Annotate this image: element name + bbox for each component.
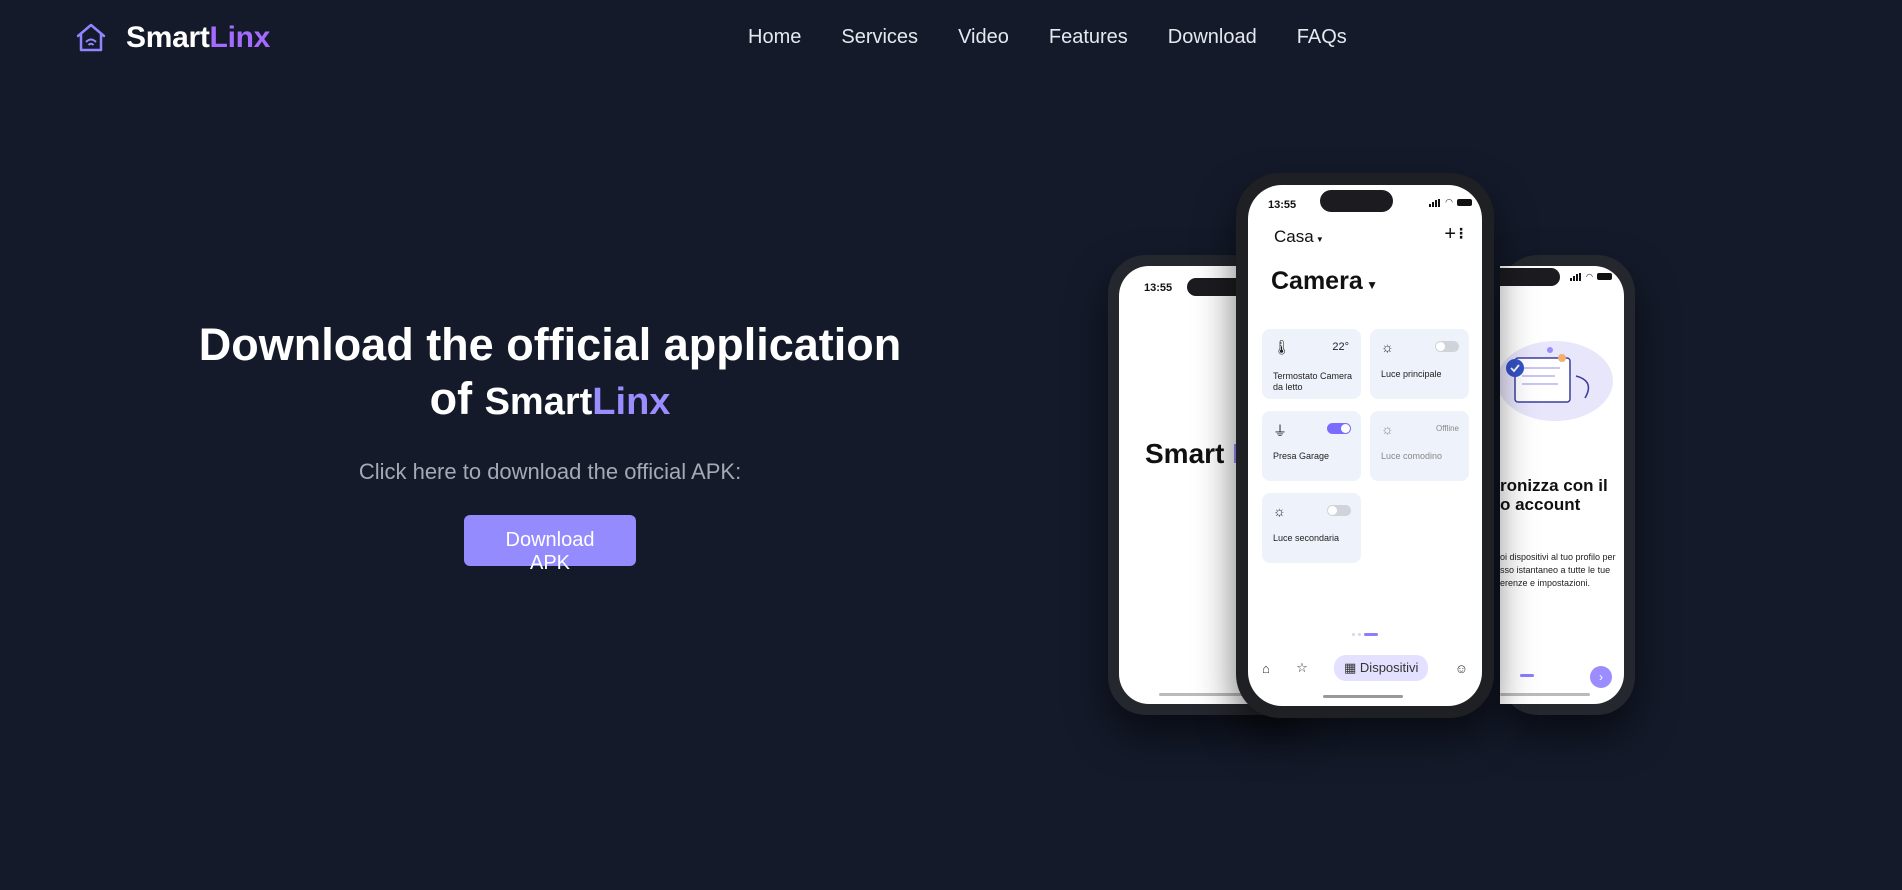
- phone-left-brand-smart: Smart: [1145, 438, 1225, 469]
- hero-section: Download the official application of Sma…: [140, 318, 960, 574]
- device-label: Presa Garage: [1273, 451, 1330, 461]
- phone-right-title-line2: o account: [1500, 495, 1581, 514]
- room-selector: Camera ▼: [1271, 267, 1378, 296]
- phone-mockups: 13:55 Smart L ◠: [1100, 170, 1640, 740]
- phone-right-body-line2: sso istantaneo a tutte le tue: [1500, 565, 1611, 575]
- home-selector: Casa ▼: [1274, 227, 1324, 247]
- logo-link[interactable]: SmartLinx: [74, 21, 270, 55]
- logo-text-smart: Smart: [126, 21, 210, 54]
- phone-center: 13:55 ◠ Casa ▼ + ⋮ Camera ▼ 🌡 22° Termos…: [1236, 173, 1494, 718]
- nav-links: Home Services Video Features Download FA…: [748, 26, 1347, 49]
- wifi-icon: ◠: [1586, 272, 1593, 281]
- page-indicator: [1520, 674, 1534, 677]
- bottom-tab-bar: ⌂ ☆ ▦ Dispositivi ☺: [1262, 655, 1468, 681]
- phone-right-body-line3: erenze e impostazioni.: [1500, 578, 1591, 588]
- caret-down-icon: ▼: [1313, 235, 1324, 244]
- plug-icon: ⏚: [1273, 423, 1287, 439]
- user-tab-icon: ☺: [1454, 660, 1468, 676]
- device-toggle: [1435, 341, 1459, 352]
- logo-text-linx: Linx: [209, 21, 271, 54]
- signal-icon: [1429, 198, 1441, 207]
- hero-brand-linx: Linx: [592, 381, 671, 423]
- more-vert-icon: ⋮: [1454, 225, 1468, 241]
- device-label: Luce secondaria: [1273, 533, 1340, 543]
- device-toggle: [1327, 423, 1351, 434]
- light-icon: ☼: [1381, 421, 1394, 437]
- device-label: Luce comodino: [1381, 451, 1443, 461]
- thermometer-icon: 🌡: [1273, 339, 1291, 355]
- phone-left-brand: Smart L: [1145, 438, 1249, 470]
- device-value: 22°: [1332, 341, 1349, 353]
- light-icon: ☼: [1381, 339, 1394, 355]
- device-toggle: [1327, 505, 1351, 516]
- home-indicator: [1500, 693, 1590, 696]
- nav-home[interactable]: Home: [748, 26, 801, 49]
- hero-title-line1: Download the official application: [198, 319, 902, 370]
- device-card: 🌡 22° Termostato Camera da letto: [1262, 329, 1361, 399]
- hero-brand-smart: Smart: [484, 381, 593, 423]
- nav-faqs[interactable]: FAQs: [1297, 26, 1347, 49]
- device-card: ⏚ Presa Garage: [1262, 411, 1361, 481]
- device-card: ☼ Luce secondaria: [1262, 493, 1361, 563]
- home-tab-icon: ⌂: [1262, 660, 1270, 676]
- hero-title: Download the official application of Sma…: [140, 318, 960, 429]
- phone-right: ◠ ronizza con il o account oi dispositiv…: [1500, 255, 1635, 715]
- devices-tab-label: Dispositivi: [1359, 660, 1419, 675]
- grid-icon: ▦: [1344, 660, 1360, 675]
- caret-down-icon: ▼: [1362, 278, 1378, 292]
- home-logo-icon: [76, 23, 106, 52]
- top-navbar: SmartLinx Home Services Video Features D…: [0, 0, 1902, 80]
- home-name: Casa: [1274, 227, 1314, 246]
- device-card: ☼ Offline Luce comodino: [1370, 411, 1469, 481]
- dynamic-island: [1500, 268, 1560, 286]
- status-icons: ◠: [1570, 272, 1612, 281]
- page-indicator: [1352, 633, 1378, 636]
- battery-icon: [1457, 199, 1472, 206]
- home-indicator: [1323, 695, 1403, 698]
- phone-right-body-line1: oi dispositivi al tuo profilo per: [1500, 552, 1616, 562]
- dynamic-island: [1320, 190, 1393, 212]
- device-card: ☼ Luce principale: [1370, 329, 1469, 399]
- phone-right-title-line1: ronizza con il: [1500, 476, 1608, 495]
- phone-right-screen: ◠ ronizza con il o account oi dispositiv…: [1500, 266, 1624, 704]
- devices-tab: ▦ Dispositivi: [1334, 655, 1429, 681]
- room-name: Camera: [1271, 267, 1363, 295]
- nav-services[interactable]: Services: [841, 26, 918, 49]
- status-icons: ◠: [1429, 197, 1472, 208]
- battery-icon: [1597, 273, 1612, 280]
- light-icon: ☼: [1273, 503, 1286, 519]
- sync-account-illustration: [1500, 341, 1613, 421]
- phone-right-title: ronizza con il o account: [1500, 476, 1608, 514]
- phone-right-body: oi dispositivi al tuo profilo per sso is…: [1500, 551, 1616, 590]
- download-apk-button[interactable]: Download APK: [464, 515, 636, 574]
- wifi-icon: ◠: [1445, 197, 1453, 207]
- phone-left-time: 13:55: [1144, 282, 1173, 294]
- nav-features[interactable]: Features: [1049, 26, 1128, 49]
- phone-center-time: 13:55: [1268, 199, 1297, 211]
- signal-icon: [1570, 272, 1582, 281]
- device-status: Offline: [1436, 424, 1459, 433]
- phone-center-screen: 13:55 ◠ Casa ▼ + ⋮ Camera ▼ 🌡 22° Termos…: [1248, 185, 1482, 706]
- device-label: Termostato Camera da letto: [1273, 371, 1353, 392]
- logo-wordmark: SmartLinx: [126, 21, 270, 55]
- next-arrow-icon: ›: [1590, 666, 1612, 688]
- nav-video[interactable]: Video: [958, 26, 1009, 49]
- device-label: Luce principale: [1381, 369, 1442, 379]
- hero-subtitle: Click here to download the official APK:: [358, 459, 742, 484]
- star-tab-icon: ☆: [1296, 660, 1308, 675]
- hero-title-of: of: [429, 373, 473, 424]
- nav-download[interactable]: Download: [1168, 26, 1257, 49]
